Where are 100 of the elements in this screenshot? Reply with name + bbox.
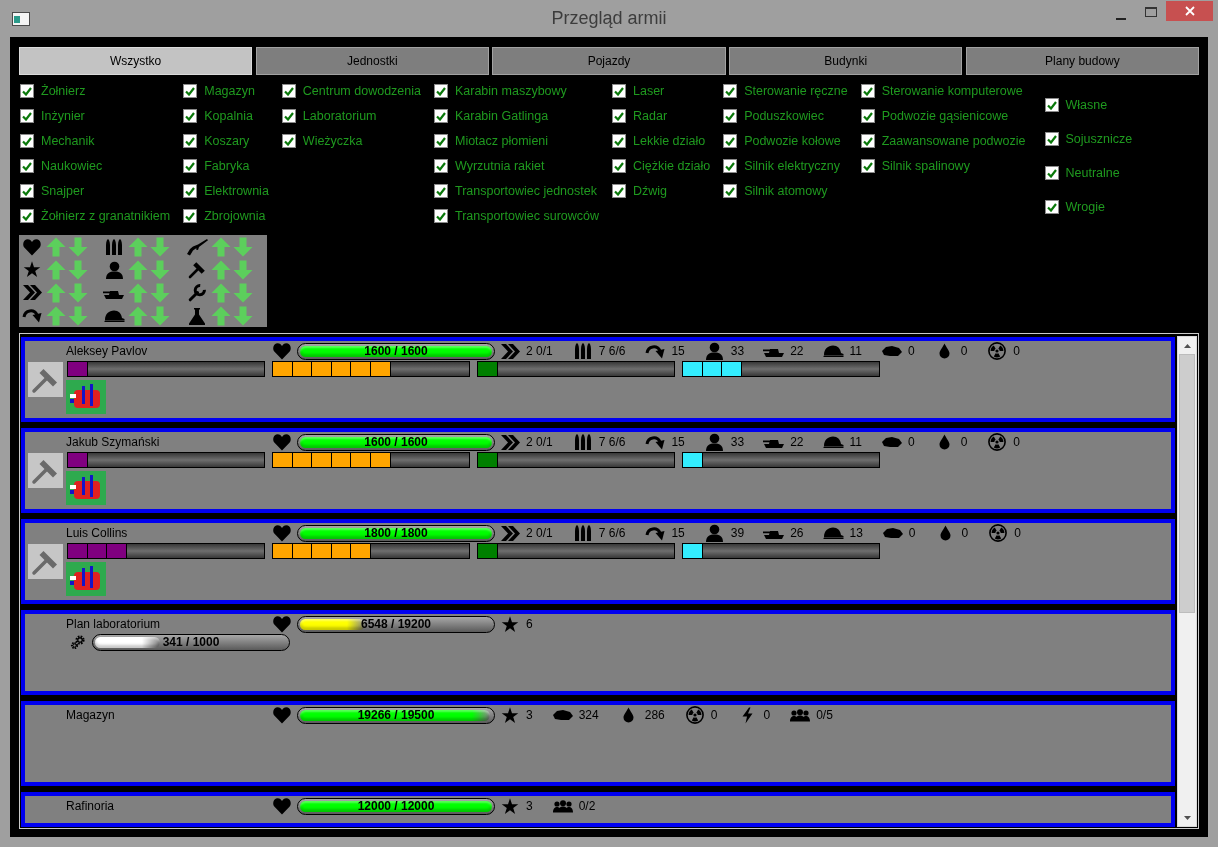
plan-card[interactable]: Plan laboratorium 6548 / 19200 6 341 / 1000: [21, 610, 1175, 695]
checkbox[interactable]: [20, 159, 34, 173]
checkbox[interactable]: [433, 109, 448, 123]
checkbox-label[interactable]: Kopalnia: [204, 109, 253, 123]
checkbox[interactable]: [20, 84, 34, 98]
checkbox[interactable]: [20, 109, 34, 123]
checkbox[interactable]: [723, 184, 738, 198]
tab[interactable]: Budynki: [729, 47, 963, 75]
checkbox[interactable]: [860, 159, 875, 173]
checkbox-label[interactable]: Wieżyczka: [302, 134, 363, 148]
checkbox-label[interactable]: Miotacz płomieni: [454, 134, 549, 148]
checkbox-label[interactable]: Laboratorium: [302, 109, 377, 123]
checkbox-label[interactable]: Sterowanie ręczne: [744, 84, 848, 98]
checkbox-label[interactable]: Koszary: [204, 134, 250, 148]
close-button[interactable]: [1166, 1, 1213, 21]
tab[interactable]: Jednostki: [255, 47, 489, 75]
checkbox[interactable]: [860, 84, 875, 98]
checkbox[interactable]: [612, 159, 626, 173]
checkmark-icon: [435, 111, 446, 121]
checkbox-label[interactable]: Elektrownia: [204, 184, 269, 198]
checkbox-label[interactable]: Silnik spalinowy: [881, 159, 970, 173]
checkbox-label[interactable]: Mechanik: [41, 134, 95, 148]
checkbox-label[interactable]: Naukowiec: [41, 159, 103, 173]
checkbox[interactable]: [723, 109, 738, 123]
checkbox-label[interactable]: Centrum dowodzenia: [302, 84, 421, 98]
checkbox[interactable]: [1044, 200, 1059, 214]
checkbox[interactable]: [433, 209, 448, 223]
checkbox[interactable]: [1044, 98, 1059, 112]
checkmark-icon: [185, 136, 196, 146]
checkbox[interactable]: [183, 134, 198, 148]
checkbox[interactable]: [1044, 166, 1059, 180]
unit-card[interactable]: Jakub Szymański 1600 / 1600 2 0/1 7 6/6 15 33 22 11 0 0 0: [21, 428, 1175, 513]
checkbox-label[interactable]: Wyrzutnia rakiet: [454, 159, 545, 173]
checkbox[interactable]: [20, 184, 34, 198]
checkbox-label[interactable]: Zbrojownia: [204, 209, 266, 223]
tab[interactable]: Plany budowy: [965, 47, 1199, 75]
tab[interactable]: Pojazdy: [492, 47, 726, 75]
checkbox[interactable]: [860, 109, 875, 123]
checkbox-label[interactable]: Transportowiec surowców: [454, 209, 599, 223]
tab[interactable]: Wszystko: [19, 47, 253, 75]
checkbox[interactable]: [433, 84, 448, 98]
checkbox[interactable]: [1044, 132, 1059, 146]
checkbox[interactable]: [20, 134, 34, 148]
checkbox-label[interactable]: Żołnierz: [41, 84, 86, 98]
checkbox[interactable]: [281, 84, 296, 98]
checkbox-label[interactable]: Żołnierz z granatnikiem: [41, 209, 171, 223]
checkbox[interactable]: [612, 109, 626, 123]
checkbox[interactable]: [183, 84, 198, 98]
checkbox-label[interactable]: Zaawansowane podwozie: [881, 134, 1026, 148]
checkmark-icon: [862, 111, 873, 121]
checkbox[interactable]: [433, 184, 448, 198]
checkbox[interactable]: [183, 109, 198, 123]
building-card[interactable]: Rafinoria 12000 / 12000 3 0/2: [21, 792, 1175, 827]
unit-card[interactable]: Aleksey Pavlov 1600 / 1600 2 0/1 7 6/6 15 33 22 11 0 0 0: [21, 337, 1175, 422]
checkbox[interactable]: [723, 159, 738, 173]
checkbox[interactable]: [20, 209, 34, 223]
checkbox-label[interactable]: Transportowiec jednostek: [454, 184, 597, 198]
checkbox-label[interactable]: Silnik atomowy: [744, 184, 828, 198]
checkbox[interactable]: [612, 184, 626, 198]
checkbox[interactable]: [860, 134, 875, 148]
checkbox[interactable]: [433, 134, 448, 148]
checkbox[interactable]: [183, 184, 198, 198]
unit-sprite-icon: [66, 562, 106, 596]
checkbox-label[interactable]: Karabin Gatlinga: [454, 109, 549, 123]
checkbox[interactable]: [281, 134, 296, 148]
checkbox-label[interactable]: Podwozie gąsienicowe: [881, 109, 1009, 123]
radiation-icon: [988, 342, 1007, 360]
checkbox-label[interactable]: Poduszkowiec: [744, 109, 825, 123]
checkbox-label[interactable]: Silnik elektryczny: [744, 159, 840, 173]
checkbox[interactable]: [612, 84, 626, 98]
checkbox-label[interactable]: Karabin maszybowy: [454, 84, 567, 98]
checkbox-label[interactable]: Lekkie działo: [633, 134, 706, 148]
checkbox[interactable]: [183, 209, 198, 223]
checkbox-label[interactable]: Neutralne: [1065, 166, 1120, 180]
checkbox-label[interactable]: Laser: [633, 84, 665, 98]
scrollbar-thumb[interactable]: [1179, 354, 1195, 613]
checkbox-label[interactable]: Własne: [1065, 98, 1108, 112]
checkbox[interactable]: [433, 159, 448, 173]
checkbox[interactable]: [723, 134, 738, 148]
checkbox-label[interactable]: Dźwig: [633, 184, 668, 198]
checkbox[interactable]: [183, 159, 198, 173]
checkbox-label[interactable]: Wrogie: [1065, 200, 1105, 214]
checkbox[interactable]: [281, 109, 296, 123]
checkbox-label[interactable]: Radar: [633, 109, 668, 123]
unit-card[interactable]: Luis Collins 1800 / 1800 2 0/1 7 6/6 15 39 26 13 0 0 0: [21, 519, 1175, 604]
checkbox[interactable]: [723, 84, 738, 98]
checkbox[interactable]: [612, 134, 626, 148]
checkbox-label[interactable]: Podwozie kołowe: [744, 134, 841, 148]
checkbox-label[interactable]: Fabryka: [204, 159, 250, 173]
rock-icon: [881, 527, 904, 539]
checkbox-label[interactable]: Inżynier: [41, 109, 85, 123]
checkmark-icon: [1046, 100, 1057, 110]
building-card[interactable]: Magazyn 19266 / 19500 3 324 286 0 0 0/5: [21, 701, 1175, 786]
checkbox-label[interactable]: Sterowanie komputerowe: [881, 84, 1023, 98]
checkmark-icon: [725, 161, 736, 171]
checkbox-label[interactable]: Ciężkie działo: [633, 159, 711, 173]
health-value: 12000 / 12000: [357, 798, 435, 814]
checkbox-label[interactable]: Magazyn: [204, 84, 255, 98]
checkbox-label[interactable]: Snajper: [41, 184, 85, 198]
checkbox-label[interactable]: Sojusznicze: [1065, 132, 1133, 146]
